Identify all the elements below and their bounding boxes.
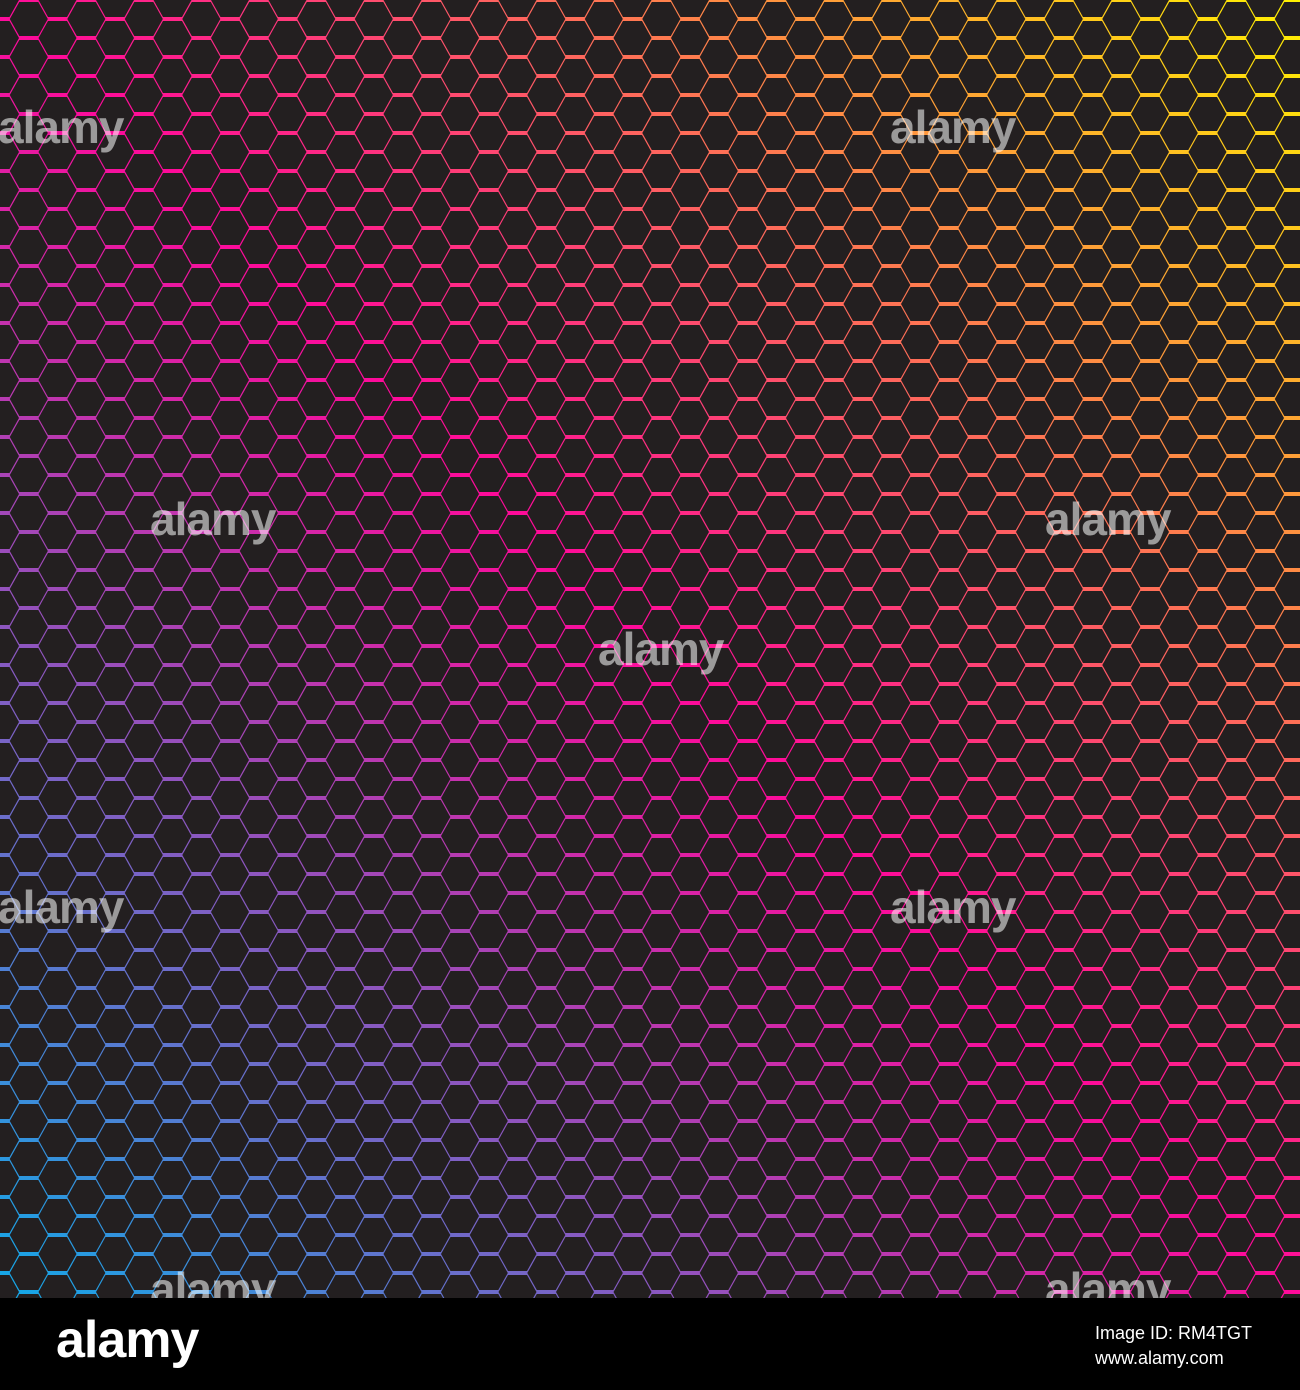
hexagon-pattern-svg — [0, 0, 1300, 1298]
stock-footer-bar: alamy Image ID: RM4TGT www.alamy.com — [0, 1298, 1300, 1390]
hexagon-pattern-artwork: alamy alamy alamy alamy alamy alamy alam… — [0, 0, 1300, 1298]
alamy-logo: alamy — [56, 1311, 199, 1369]
image-id-label: Image ID: RM4TGT — [1095, 1323, 1253, 1343]
site-url-label: www.alamy.com — [1095, 1348, 1224, 1368]
